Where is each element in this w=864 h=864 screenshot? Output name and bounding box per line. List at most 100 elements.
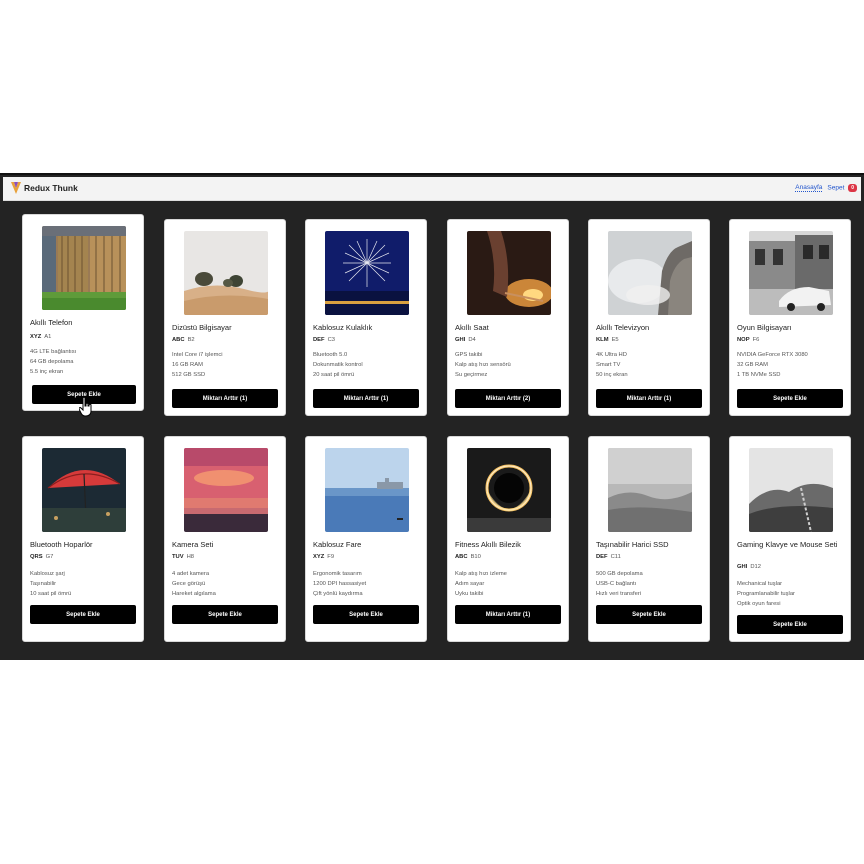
feature-item: 500 GB depolama bbox=[596, 571, 643, 577]
add-to-cart-button[interactable]: Sepete Ekle bbox=[596, 605, 702, 624]
product-features: 4 adet kamera Gece görüşü Hareket algıla… bbox=[172, 569, 216, 599]
product-code: E5 bbox=[611, 337, 619, 343]
product-card: Taşınabilir Harici SSD DEF C11 500 GB dep… bbox=[588, 436, 710, 642]
feature-item: Çift yönlü kaydırma bbox=[313, 591, 363, 597]
home-link[interactable]: Anasayfa bbox=[795, 184, 823, 192]
feature-item: 4 adet kamera bbox=[172, 571, 210, 577]
product-image bbox=[42, 448, 126, 532]
product-features: 4K Ultra HD Smart TV 50 inç ekran bbox=[596, 350, 628, 380]
product-code: F6 bbox=[752, 337, 760, 343]
product-name: Kablosuz Kulaklık bbox=[313, 323, 373, 332]
increase-quantity-button[interactable]: Miktarı Arttır (1) bbox=[313, 389, 419, 408]
add-to-cart-button[interactable]: Sepete Ekle bbox=[172, 605, 278, 624]
product-meta: KLM E5 bbox=[596, 337, 619, 343]
product-image bbox=[325, 448, 409, 532]
feature-item: 512 GB SSD bbox=[172, 372, 206, 378]
product-card: Bluetooth Hoparlör QRS G7 Kablosuz şarj T… bbox=[22, 436, 144, 642]
product-code: B10 bbox=[470, 554, 481, 560]
product-meta: QRS G7 bbox=[30, 554, 53, 560]
product-features: Kablosuz şarj Taşınabilir 10 saat pil öm… bbox=[30, 569, 71, 599]
product-card: Akıllı Saat GHI D4 GPS takibi Kalp atış h… bbox=[447, 219, 569, 416]
product-image bbox=[325, 231, 409, 315]
product-brand: KLM bbox=[596, 337, 609, 343]
product-meta: DEF C3 bbox=[313, 337, 335, 343]
product-card: Gaming Klavye ve Mouse Seti GHI D12 Mecha… bbox=[729, 436, 851, 642]
feature-item: 10 saat pil ömrü bbox=[30, 591, 72, 597]
product-image bbox=[608, 231, 692, 315]
product-code: D12 bbox=[750, 564, 761, 570]
feature-item: NVIDIA GeForce RTX 3080 bbox=[737, 352, 808, 358]
cart-count-badge: 0 bbox=[848, 184, 857, 192]
product-name: Oyun Bilgisayarı bbox=[737, 323, 792, 332]
product-brand: ABC bbox=[172, 337, 185, 343]
product-brand: NOP bbox=[737, 337, 750, 343]
product-meta: XYZ A1 bbox=[30, 334, 51, 340]
product-card: Kablosuz Kulaklık DEF C3 Bluetooth 5.0 Do… bbox=[305, 219, 427, 416]
product-brand: GHI bbox=[455, 337, 466, 343]
feature-item: 64 GB depolama bbox=[30, 359, 74, 365]
product-code: C11 bbox=[610, 554, 621, 560]
product-features: NVIDIA GeForce RTX 3080 32 GB RAM 1 TB N… bbox=[737, 350, 808, 380]
feature-item: Su geçirmez bbox=[455, 372, 488, 378]
feature-item: Gece görüşü bbox=[172, 581, 206, 587]
product-features: GPS takibi Kalp atış hızı sensörü Su geç… bbox=[455, 350, 511, 380]
feature-item: Intel Core i7 işlemci bbox=[172, 352, 223, 358]
product-name: Dizüstü Bilgisayar bbox=[172, 323, 232, 332]
product-code: C3 bbox=[327, 337, 336, 343]
product-meta: DEF C11 bbox=[596, 554, 621, 560]
product-name: Bluetooth Hoparlör bbox=[30, 540, 93, 549]
product-meta: XYZ F9 bbox=[313, 554, 334, 560]
product-features: 500 GB depolama USB-C bağlantı Hızlı ver… bbox=[596, 569, 643, 599]
product-card: Dizüstü Bilgisayar ABC B2 Intel Core i7 i… bbox=[164, 219, 286, 416]
cart-link-label: Sepet bbox=[827, 184, 845, 192]
product-brand: DEF bbox=[313, 337, 325, 343]
product-brand: XYZ bbox=[313, 554, 325, 560]
increase-quantity-button[interactable]: Miktarı Arttır (1) bbox=[596, 389, 702, 408]
product-meta: NOP F6 bbox=[737, 337, 759, 343]
product-features: Kalp atış hızı izleme Adım sayar Uyku ta… bbox=[455, 569, 507, 599]
product-features: 4G LTE bağlantısı 64 GB depolama 5.5 inç… bbox=[30, 347, 76, 377]
feature-item: 50 inç ekran bbox=[596, 372, 628, 378]
product-code: G7 bbox=[45, 554, 54, 560]
increase-quantity-button[interactable]: Miktarı Arttır (1) bbox=[172, 389, 278, 408]
product-name: Akıllı Saat bbox=[455, 323, 489, 332]
product-meta: ABC B10 bbox=[455, 554, 481, 560]
product-name: Akıllı Telefon bbox=[30, 318, 73, 327]
add-to-cart-button[interactable]: Sepete Ekle bbox=[313, 605, 419, 624]
feature-item: Uyku takibi bbox=[455, 591, 484, 597]
redux-thunk-logo-icon bbox=[11, 182, 21, 194]
product-features: Ergonomik tasarım 1200 DPI hassasiyet Çi… bbox=[313, 569, 366, 599]
navbar-brand[interactable]: Redux Thunk bbox=[11, 182, 78, 194]
feature-item: GPS takibi bbox=[455, 352, 483, 358]
product-code: B2 bbox=[187, 337, 195, 343]
feature-item: 1 TB NVMe SSD bbox=[737, 372, 781, 378]
add-to-cart-button[interactable]: Sepete Ekle bbox=[737, 389, 843, 408]
feature-item: Bluetooth 5.0 bbox=[313, 352, 348, 358]
nav-links: Anasayfa Sepet 0 bbox=[795, 184, 857, 192]
product-code: F9 bbox=[327, 554, 335, 560]
feature-item: 4G LTE bağlantısı bbox=[30, 349, 77, 355]
feature-item: Hızlı veri transferi bbox=[596, 591, 642, 597]
feature-item: Adım sayar bbox=[455, 581, 485, 587]
product-image bbox=[608, 448, 692, 532]
product-code: A1 bbox=[44, 334, 52, 340]
product-brand: QRS bbox=[30, 554, 43, 560]
product-card: Akıllı Telefon XYZ A1 4G LTE bağlantısı 6… bbox=[22, 214, 144, 411]
feature-item: 20 saat pil ömrü bbox=[313, 372, 355, 378]
product-brand: DEF bbox=[596, 554, 608, 560]
product-image bbox=[467, 231, 551, 315]
product-meta: ABC B2 bbox=[172, 337, 195, 343]
product-image bbox=[749, 448, 833, 532]
add-to-cart-button[interactable]: Sepete Ekle bbox=[737, 615, 843, 634]
product-brand: ABC bbox=[455, 554, 468, 560]
feature-item: Smart TV bbox=[596, 362, 621, 368]
feature-item: 5.5 inç ekran bbox=[30, 369, 64, 375]
increase-quantity-button[interactable]: Miktarı Arttır (1) bbox=[455, 605, 561, 624]
navbar: Redux Thunk Anasayfa Sepet 0 bbox=[3, 177, 861, 201]
feature-item: 32 GB RAM bbox=[737, 362, 768, 368]
product-name: Kablosuz Fare bbox=[313, 540, 362, 549]
cart-link[interactable]: Sepet 0 bbox=[827, 184, 857, 192]
increase-quantity-button[interactable]: Miktarı Arttır (2) bbox=[455, 389, 561, 408]
add-to-cart-button[interactable]: Sepete Ekle bbox=[30, 605, 136, 624]
brand-title: Redux Thunk bbox=[24, 183, 78, 193]
